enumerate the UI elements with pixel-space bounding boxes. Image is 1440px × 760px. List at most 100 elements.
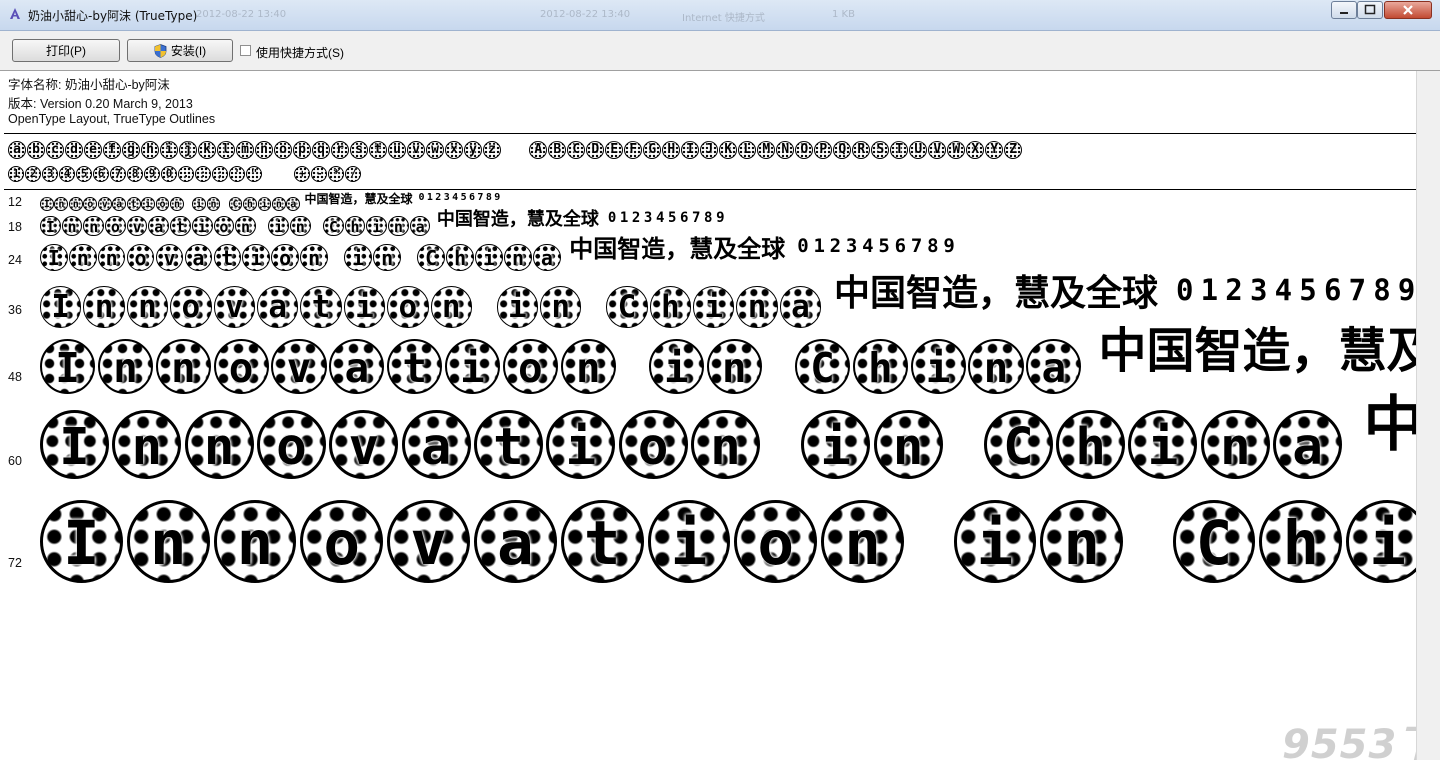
sample-glyph: o bbox=[83, 196, 98, 211]
size-label: 24 bbox=[8, 253, 22, 267]
sample-glyph: i bbox=[444, 339, 501, 395]
sample-glyph: i bbox=[1128, 410, 1198, 479]
sample-glyph: a bbox=[1026, 339, 1082, 395]
sample-glyph bbox=[763, 395, 801, 464]
sample-glyph: C bbox=[228, 196, 243, 211]
sample-glyph: i bbox=[242, 243, 271, 272]
sample-row-72: Innovation in China中国智造，慧及全球0123456789 bbox=[40, 481, 1416, 583]
minimize-icon bbox=[1340, 12, 1348, 14]
sample-glyph: o bbox=[387, 286, 429, 328]
maximize-button[interactable] bbox=[1357, 1, 1383, 19]
watermark-logo: 9553下载 bbox=[1282, 722, 1416, 760]
sample-glyph: a bbox=[473, 499, 557, 583]
sample-glyph: a bbox=[533, 243, 561, 272]
sample-glyph: i bbox=[344, 243, 372, 272]
sample-glyph: I bbox=[40, 339, 96, 395]
sample-glyph: i bbox=[648, 339, 704, 395]
sample-glyph: n bbox=[430, 286, 472, 328]
sample-glyph: a bbox=[409, 215, 431, 237]
sample-glyph: I bbox=[40, 499, 123, 583]
sample-glyph: I bbox=[40, 410, 109, 479]
size-label: 36 bbox=[8, 303, 22, 317]
sample-glyph bbox=[1127, 481, 1173, 564]
size-label: 12 bbox=[8, 195, 22, 209]
sample-glyph: t bbox=[473, 410, 543, 479]
sample-glyph: o bbox=[256, 410, 326, 479]
print-button[interactable]: 打印(P) bbox=[12, 39, 120, 62]
sample-glyph: a bbox=[256, 286, 299, 328]
sample-glyph: C bbox=[983, 410, 1053, 479]
sample-glyph bbox=[946, 395, 984, 464]
sample-glyph: h bbox=[243, 196, 257, 211]
sample-glyph: n bbox=[97, 339, 154, 395]
sample-glyph: n bbox=[706, 339, 762, 395]
sample-glyph: i bbox=[647, 499, 731, 583]
font-preview-pane: 字体名称: 奶油小甜心-by阿沫 版本: Version 0.20 March … bbox=[0, 71, 1416, 760]
sample-chinese-text: 中国智造，慧及全球 bbox=[833, 273, 1158, 314]
sample-glyph: n bbox=[968, 339, 1024, 395]
maximize-icon bbox=[1364, 4, 1376, 15]
close-icon bbox=[1403, 5, 1413, 15]
sample-digits: 0123456789 bbox=[797, 235, 960, 257]
sample-glyph: n bbox=[184, 410, 254, 479]
sample-glyph: I bbox=[40, 196, 54, 211]
sample-chinese-text: 中国智造，慧及全球 bbox=[304, 192, 413, 206]
sample-glyph: n bbox=[213, 499, 297, 583]
use-shortcut-label[interactable]: 使用快捷方式(S) bbox=[256, 44, 344, 61]
sample-glyph bbox=[764, 327, 794, 382]
sample-glyph bbox=[312, 211, 323, 232]
sample-glyph: n bbox=[821, 499, 904, 583]
window-title: 奶油小甜心-by阿沫 (TrueType) bbox=[28, 9, 198, 23]
sample-glyph: n bbox=[1200, 410, 1270, 479]
sample-glyph: n bbox=[83, 215, 105, 237]
sample-glyph bbox=[402, 237, 417, 265]
sample-glyph: n bbox=[83, 286, 125, 328]
sample-row-12: Innovation in Ch i n a 中国智造，慧及全球 0123456789 bbox=[40, 193, 503, 211]
sample-glyph: a bbox=[148, 215, 170, 237]
sample-glyph: i bbox=[343, 286, 386, 328]
sample-glyph: h bbox=[852, 339, 908, 395]
sample-glyph: t bbox=[560, 499, 644, 583]
sample-glyph: n bbox=[690, 410, 760, 479]
sample-row-60: Innovation in China中国智造，慧及全球0123456789 bbox=[40, 395, 1416, 479]
sample-digits: 0123456789 bbox=[1175, 273, 1416, 307]
font-file-icon bbox=[10, 8, 20, 19]
sample-glyph: a bbox=[286, 196, 301, 211]
sample-glyph: t bbox=[300, 286, 342, 328]
minimize-button[interactable] bbox=[1331, 1, 1357, 19]
sample-glyph: i bbox=[953, 499, 1037, 583]
background-window-text: 2012-08-22 13:40 bbox=[540, 9, 631, 20]
sample-glyph bbox=[221, 193, 229, 207]
close-button[interactable] bbox=[1384, 1, 1432, 19]
sample-glyph: t bbox=[170, 215, 191, 237]
sample-glyph bbox=[185, 193, 193, 207]
sample-glyph bbox=[329, 237, 344, 265]
background-window-text: 2012-08-22 13:40 bbox=[196, 9, 287, 20]
sample-glyph: n bbox=[540, 286, 582, 328]
sample-glyph: C bbox=[606, 286, 648, 328]
size-label: 60 bbox=[8, 454, 22, 468]
sample-glyph: t bbox=[387, 339, 443, 395]
size-label: 18 bbox=[8, 220, 22, 234]
sample-glyph: I bbox=[40, 286, 82, 328]
sample-glyph: n bbox=[97, 243, 126, 272]
toolbar: 打印(P) 安装(I) 使用快捷方式(S) bbox=[0, 31, 1440, 71]
install-button[interactable]: 安装(I) bbox=[127, 39, 233, 62]
title-bar: 奶油小甜心-by阿沫 (TrueType) 2012-08-22 13:40 2… bbox=[0, 0, 1440, 31]
sample-glyph: a bbox=[112, 196, 127, 211]
sample-glyph: n bbox=[170, 196, 184, 211]
sample-glyph: i bbox=[910, 339, 966, 395]
use-shortcut-checkbox[interactable] bbox=[240, 45, 251, 56]
sample-glyph: o bbox=[155, 196, 170, 211]
sample-glyph bbox=[583, 276, 606, 317]
sample-glyph: n bbox=[300, 243, 328, 272]
sample-glyph: t bbox=[213, 243, 242, 272]
sample-glyph: i bbox=[801, 410, 871, 479]
vertical-scrollbar[interactable] bbox=[1416, 71, 1440, 760]
sample-digits: 0123456789 bbox=[607, 210, 729, 226]
sample-row-36: Innovation in Ch i n a 中国智造，慧及全球 0123456789 bbox=[40, 276, 1416, 328]
size-samples: 12 In n o v a t i o n in Ch i n a 中国智造，慧及全球 0123456789… bbox=[0, 71, 1416, 760]
sample-glyph: n bbox=[235, 215, 256, 237]
sample-glyph bbox=[908, 481, 954, 564]
sample-glyph: o bbox=[618, 410, 688, 479]
